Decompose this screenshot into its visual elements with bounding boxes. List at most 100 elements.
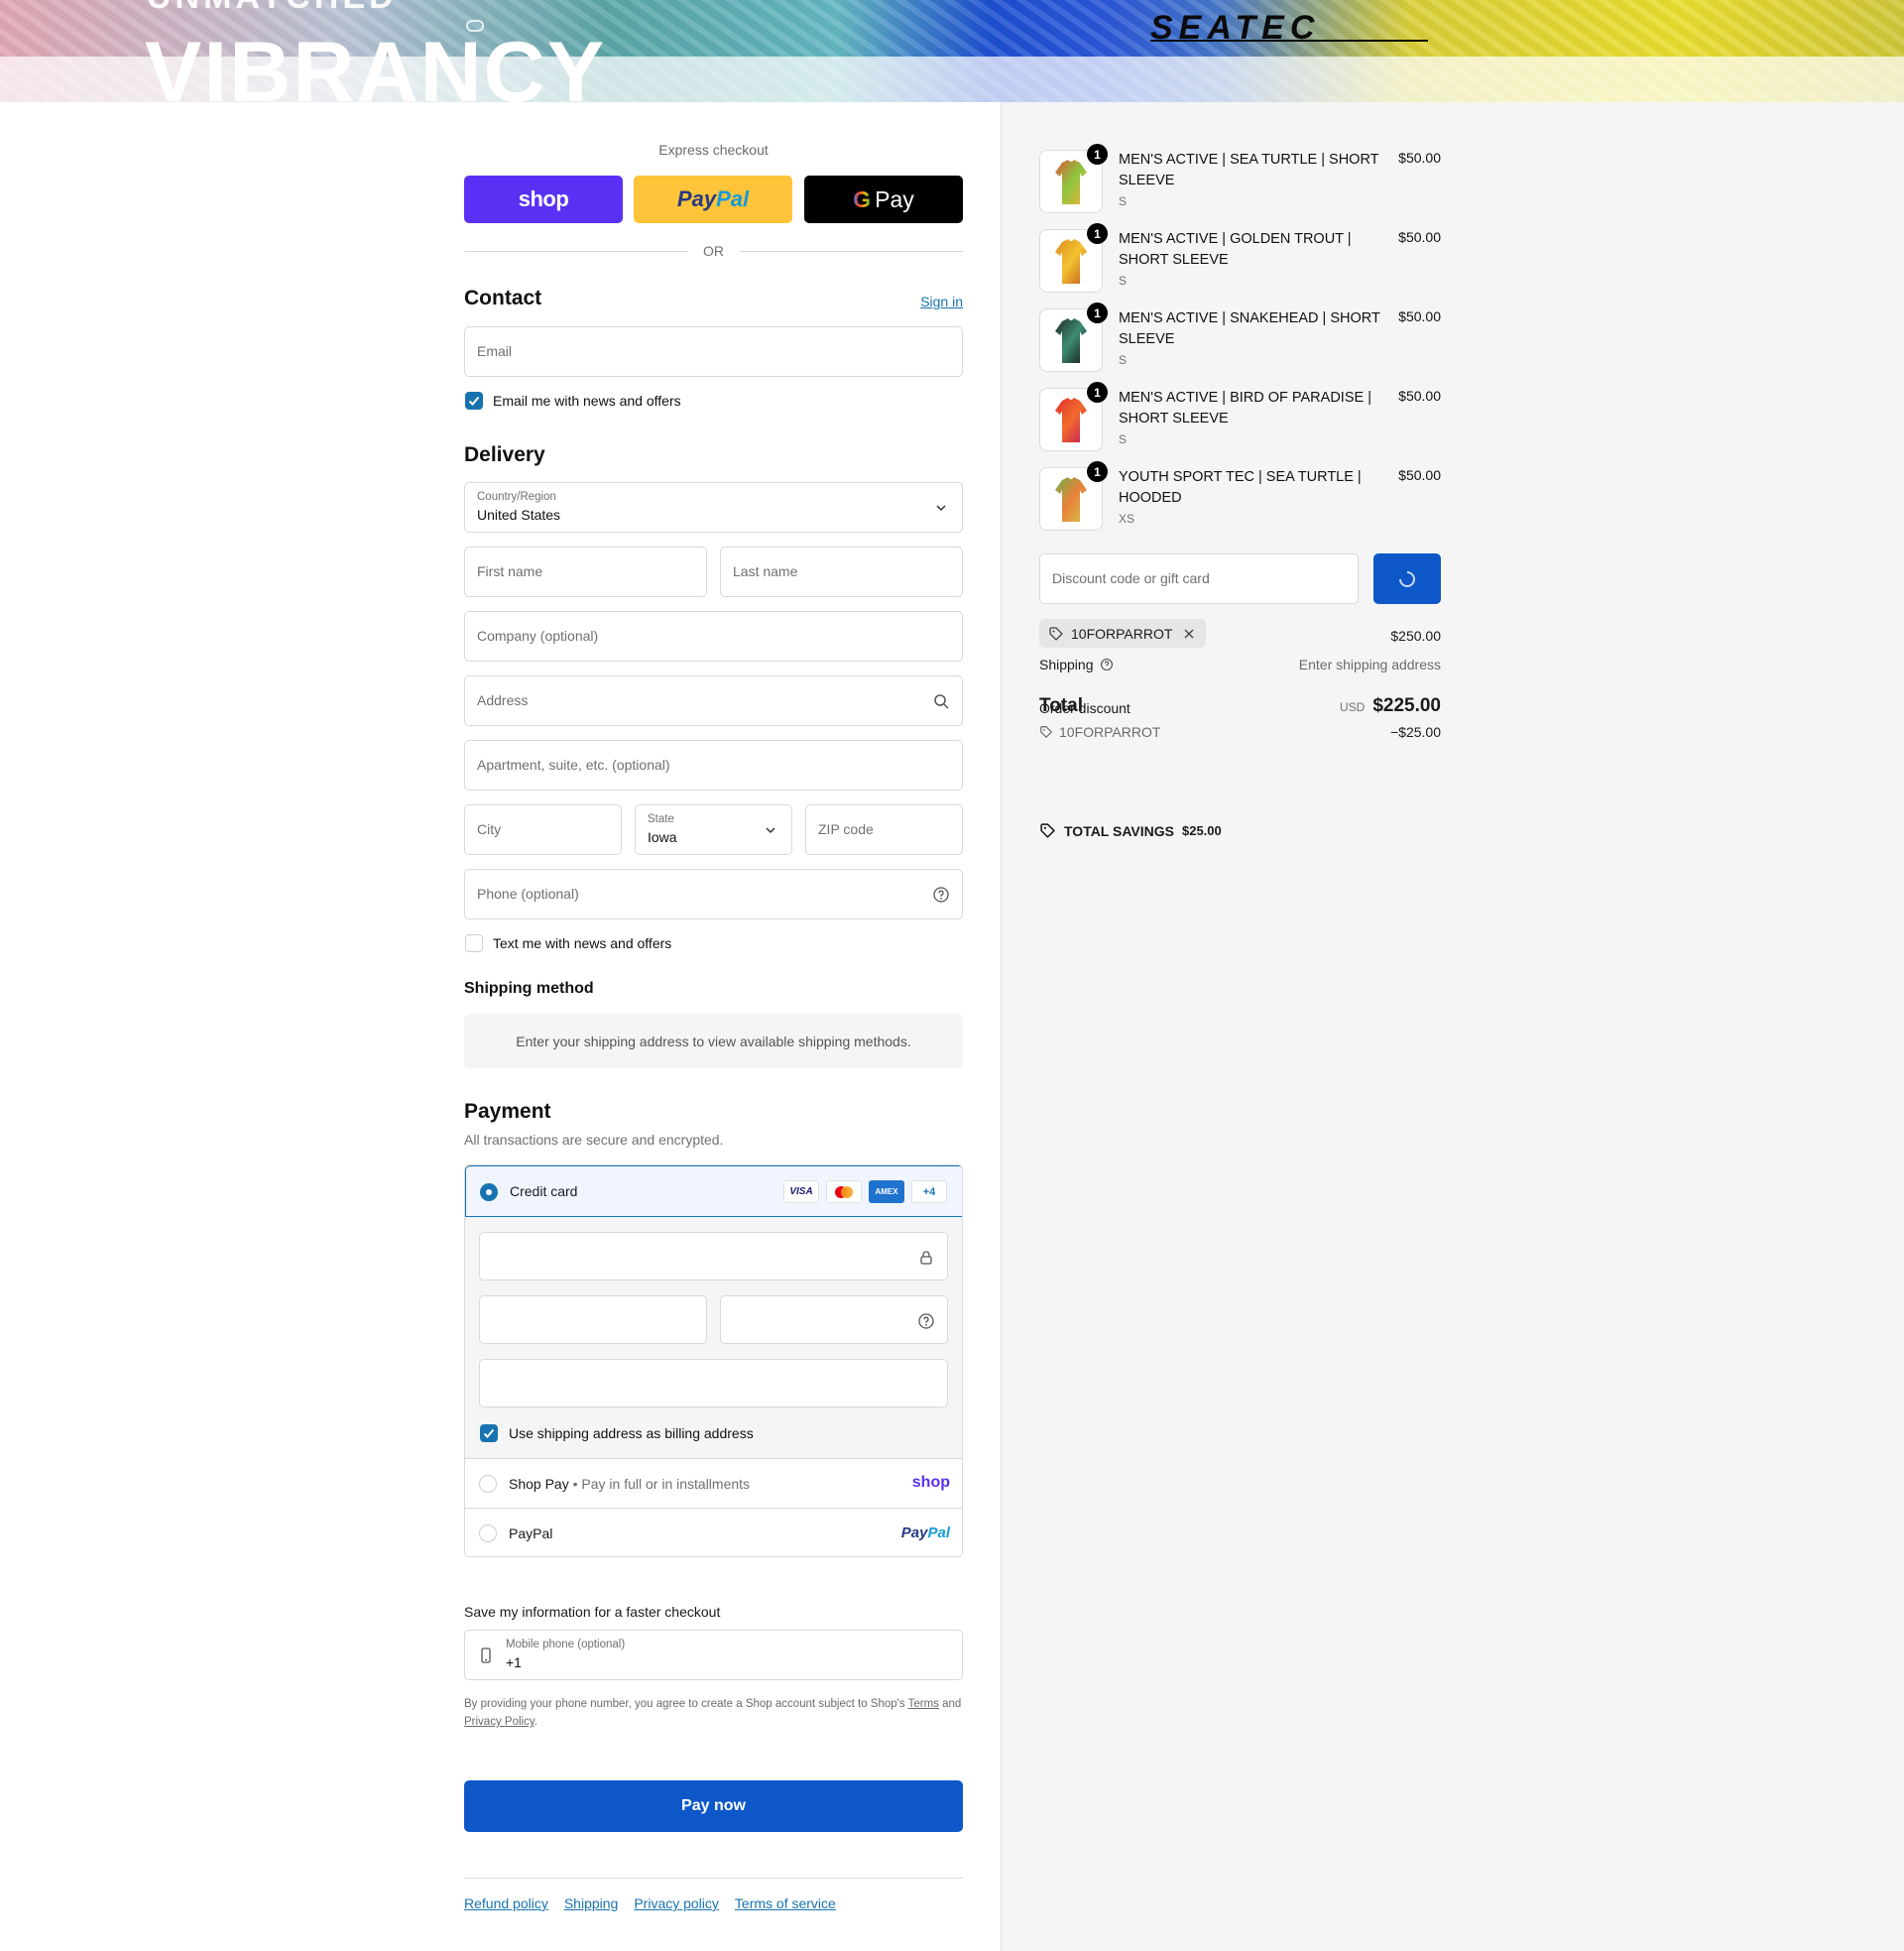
paypal-logo: PayPal — [901, 1524, 950, 1541]
shop-pay-button[interactable]: shop — [464, 176, 623, 223]
shop-pay-radio[interactable] — [479, 1475, 497, 1493]
first-name-placeholder: First name — [477, 563, 543, 579]
help-icon[interactable] — [917, 1312, 935, 1330]
discount-code-placeholder: Discount code or gift card — [1052, 570, 1210, 586]
close-icon[interactable] — [1182, 627, 1196, 641]
billing-same-label: Use shipping address as billing address — [509, 1425, 754, 1441]
seatec-logo-text: SEATEC — [1150, 12, 1320, 42]
product-thumbnail: 1 — [1039, 223, 1108, 293]
product-variant: S — [1119, 432, 1128, 446]
paypal-label-a: Pay — [676, 186, 717, 211]
city-field[interactable]: City — [464, 804, 622, 855]
billing-same-checkbox[interactable] — [480, 1424, 498, 1442]
email-news-checkbox[interactable] — [465, 392, 483, 410]
shop-pay-label: Shop Pay • Pay in full or in installment… — [509, 1476, 750, 1492]
text-news-checkbox[interactable] — [465, 934, 483, 952]
shop-pay-label: shop — [518, 186, 569, 211]
shipping-policy-link[interactable]: Shipping — [564, 1895, 619, 1911]
address-field[interactable]: Address — [464, 675, 963, 726]
card-cvv-field[interactable] — [720, 1295, 948, 1344]
card-number-field[interactable] — [479, 1232, 948, 1280]
more-cards-text: +4 — [922, 1185, 936, 1198]
cart-line-item: 1 MEN'S ACTIVE | BIRD OF PARADISE | SHORT… — [1039, 382, 1441, 451]
apartment-field[interactable]: Apartment, suite, etc. (optional) — [464, 740, 963, 791]
product-thumbnail: 1 — [1039, 461, 1108, 531]
credit-card-radio[interactable] — [480, 1183, 498, 1201]
terms-of-service-link[interactable]: Terms of service — [735, 1895, 836, 1911]
paypal-logo-b: Pal — [927, 1524, 950, 1541]
sign-in-link[interactable]: Sign in — [920, 294, 963, 309]
quantity-badge: 1 — [1087, 303, 1108, 323]
privacy-policy-link[interactable]: Privacy policy — [634, 1895, 719, 1911]
discount-row-code: 10FORPARROT — [1059, 724, 1161, 740]
apartment-placeholder: Apartment, suite, etc. (optional) — [477, 757, 670, 773]
shop-pay-sub: Pay in full or in installments — [581, 1476, 751, 1492]
shipping-method-title: Shipping method — [464, 980, 594, 997]
contact-title: Contact — [464, 287, 542, 309]
express-checkout-title: Express checkout — [658, 142, 769, 158]
state-select[interactable]: State Iowa — [635, 804, 792, 855]
loading-spinner-icon — [1399, 570, 1415, 587]
product-thumbnail: 1 — [1039, 144, 1108, 213]
company-field[interactable]: Company (optional) — [464, 611, 963, 662]
paypal-radio[interactable] — [479, 1524, 497, 1542]
shipping-method-note: Enter your shipping address to view avai… — [464, 1014, 963, 1068]
legal-and: and — [942, 1698, 962, 1710]
last-name-field[interactable]: Last name — [720, 547, 963, 597]
phone-icon — [481, 1647, 491, 1663]
paypal-logo-a: Pay — [900, 1524, 928, 1541]
shop-pay-option[interactable]: Shop Pay • Pay in full or in installment… — [465, 1458, 962, 1508]
card-name-field[interactable] — [479, 1359, 948, 1407]
banner-tagline-big: VIBRANCY — [145, 25, 607, 102]
mastercard-icon — [826, 1180, 862, 1203]
first-name-field[interactable]: First name — [464, 547, 707, 597]
shop-privacy-link[interactable]: Privacy Policy — [464, 1716, 535, 1728]
credit-card-label: Credit card — [510, 1183, 578, 1199]
lock-icon — [920, 1251, 932, 1265]
shop-terms-link[interactable]: Terms — [908, 1698, 939, 1710]
visa-icon: VISA — [783, 1180, 819, 1203]
phone-placeholder: Phone (optional) — [477, 886, 579, 902]
search-icon — [934, 694, 949, 709]
card-expiry-field[interactable] — [479, 1295, 707, 1344]
zip-placeholder: ZIP code — [818, 821, 874, 837]
product-thumbnail: 1 — [1039, 382, 1108, 451]
order-discount-label: Order discount — [1039, 700, 1130, 716]
quantity-badge: 1 — [1087, 382, 1108, 403]
amex-icon: AMEX — [869, 1180, 904, 1203]
email-placeholder: Email — [477, 343, 513, 359]
footer-links: Refund policy Shipping Privacy policy Te… — [464, 1895, 836, 1911]
order-summary-panel — [1001, 102, 1904, 1951]
credit-card-option[interactable]: Credit card VISA AMEX +4 — [465, 1165, 962, 1217]
google-pay-button[interactable]: G Pay — [804, 176, 963, 223]
text-news-label: Text me with news and offers — [493, 935, 672, 951]
product-price: $50.00 — [1398, 229, 1441, 245]
mobile-phone-field[interactable]: Mobile phone (optional) +1 — [464, 1630, 963, 1680]
total-value: $225.00 — [1372, 695, 1441, 716]
help-icon[interactable] — [932, 886, 950, 904]
total-savings-value: $25.00 — [1181, 823, 1222, 838]
phone-field[interactable]: Phone (optional) — [464, 869, 963, 919]
tag-icon — [1040, 823, 1055, 838]
delivery-title: Delivery — [464, 443, 545, 466]
shipping-value: Enter shipping address — [1298, 657, 1441, 672]
country-select[interactable]: Country/Region United States — [464, 482, 963, 533]
product-price: $50.00 — [1398, 388, 1441, 404]
refund-policy-link[interactable]: Refund policy — [464, 1895, 548, 1911]
header-banner: UNMATCHED VIBRANCY SEATEC — [0, 0, 1904, 102]
discount-code-field[interactable]: Discount code or gift card — [1039, 553, 1359, 604]
zip-field[interactable]: ZIP code — [805, 804, 963, 855]
paypal-option[interactable]: PayPal PayPal — [465, 1508, 962, 1556]
apply-discount-button[interactable] — [1373, 553, 1441, 604]
paypal-label-b: Pal — [716, 186, 750, 211]
amex-text: AMEX — [875, 1187, 898, 1196]
check-icon — [483, 1428, 495, 1438]
email-field[interactable]: Email — [464, 326, 963, 377]
help-icon[interactable] — [1100, 658, 1114, 671]
seatec-logo[interactable]: SEATEC — [1150, 12, 1448, 42]
legal-text: By providing your phone number, you agre… — [464, 1698, 905, 1710]
payment-title: Payment — [464, 1100, 551, 1123]
paypal-express-button[interactable]: Pay Pal — [634, 176, 792, 223]
pay-now-button[interactable]: Pay now — [464, 1780, 963, 1832]
save-info-legal: By providing your phone number, you agre… — [464, 1695, 963, 1731]
